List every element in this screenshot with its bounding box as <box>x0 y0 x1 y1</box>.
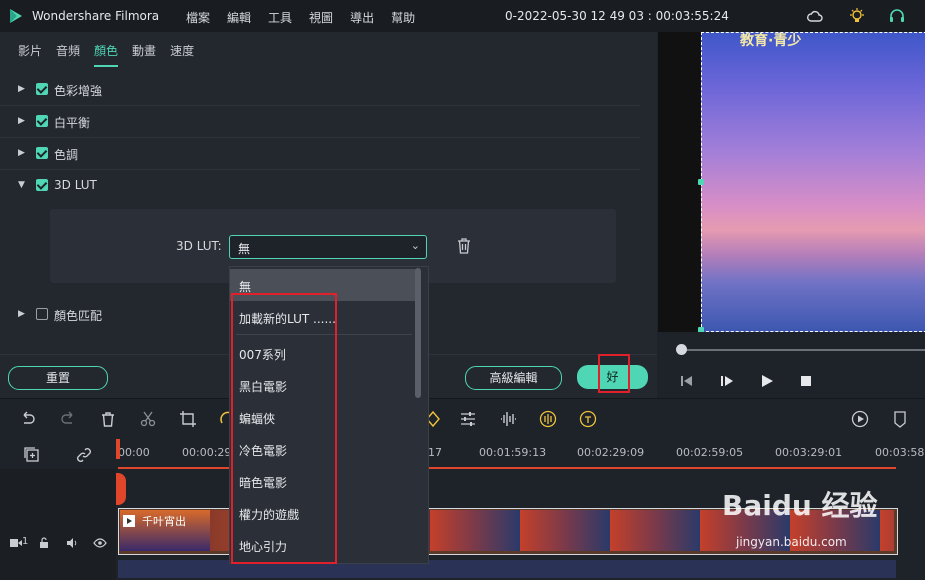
section-color-enhance[interactable]: ▶ 色彩增強 <box>0 73 640 106</box>
tab-audio[interactable]: 音頻 <box>56 42 80 67</box>
time-tick: 17 <box>428 446 442 459</box>
menu-tools[interactable]: 工具 <box>268 9 292 26</box>
menu-bar: 檔案 編輯 工具 視圖 導出 幫助 <box>186 9 432 26</box>
section-tone[interactable]: ▶ 色調 <box>0 137 640 170</box>
scrubber-knob[interactable] <box>676 344 687 355</box>
menu-edit[interactable]: 編輯 <box>227 9 251 26</box>
track-headers <box>0 469 116 580</box>
playhead-handle[interactable] <box>116 473 126 505</box>
expand-arrow-icon[interactable]: ▶ <box>18 84 25 94</box>
reset-button[interactable]: 重置 <box>8 366 108 390</box>
marker-icon[interactable] <box>891 410 909 428</box>
watermark-logo: Baidu 经验 <box>722 489 878 522</box>
scissors-icon[interactable] <box>139 410 157 428</box>
stop-icon[interactable] <box>800 375 812 387</box>
lock-icon[interactable] <box>39 537 49 549</box>
menu-export[interactable]: 導出 <box>350 9 374 26</box>
cloud-icon[interactable] <box>806 7 824 25</box>
resize-handle[interactable] <box>698 179 704 185</box>
time-tick: 00:00:29 <box>182 446 232 459</box>
video-frame[interactable] <box>701 32 925 332</box>
preview-scrubber[interactable] <box>680 349 925 351</box>
audio-wave-icon[interactable] <box>499 410 517 428</box>
time-tick: 00:01:59:13 <box>479 446 547 459</box>
filmora-logo-icon <box>10 9 22 23</box>
time-tick: 00:02:29:09 <box>577 446 645 459</box>
watermark-url: jingyan.baidu.com <box>736 535 847 549</box>
section-white-balance[interactable]: ▶ 白平衡 <box>0 105 640 138</box>
highlight-ok-box <box>598 354 630 393</box>
track-number: 1 <box>22 536 29 547</box>
headset-icon[interactable] <box>888 7 906 25</box>
trash-icon[interactable] <box>456 237 472 255</box>
render-preview-icon[interactable] <box>851 410 869 428</box>
checkbox-white-balance[interactable] <box>36 115 48 127</box>
lut-select[interactable]: 無 ⌄ <box>229 235 427 259</box>
speaker-icon[interactable] <box>66 537 78 549</box>
speech-to-text-icon[interactable] <box>579 410 597 428</box>
add-track-icon[interactable] <box>23 446 41 464</box>
tab-color[interactable]: 顏色 <box>94 42 119 67</box>
lightbulb-icon[interactable] <box>848 7 866 25</box>
delete-icon[interactable] <box>99 410 117 428</box>
link-icon[interactable] <box>75 446 93 464</box>
menu-help[interactable]: 幫助 <box>391 9 415 26</box>
video-track-icon <box>10 539 22 547</box>
checkbox-color-enhance[interactable] <box>36 83 48 95</box>
tab-speed[interactable]: 速度 <box>170 42 194 67</box>
expand-arrow-icon[interactable]: ▶ <box>18 309 25 319</box>
dropdown-scrollbar[interactable] <box>415 268 421 398</box>
lut-selected-value: 無 <box>238 242 251 256</box>
play-icon[interactable] <box>760 374 774 388</box>
checkbox-color-match[interactable] <box>36 308 48 320</box>
lut-label: 3D LUT: <box>176 239 222 253</box>
app-name: Wondershare Filmora <box>32 9 160 23</box>
property-tabs: 影片 音頻 顏色 動畫 速度 <box>18 42 208 67</box>
highlight-options-box <box>231 293 337 564</box>
section-3d-lut[interactable]: ▼ 3D LUT <box>0 169 640 201</box>
project-title: 0-2022-05-30 12 49 03 : 00:03:55:24 <box>505 9 729 23</box>
tab-animation[interactable]: 動畫 <box>132 42 156 67</box>
time-tick: 00:00 <box>118 446 150 459</box>
undo-icon[interactable] <box>19 410 37 428</box>
eye-icon[interactable] <box>93 538 107 548</box>
section-label: 色彩增強 <box>54 84 103 98</box>
expand-arrow-icon[interactable]: ▶ <box>18 148 25 158</box>
collapse-arrow-icon[interactable]: ▼ <box>18 180 25 190</box>
crop-icon[interactable] <box>179 410 197 428</box>
redo-icon[interactable] <box>59 410 77 428</box>
clip-play-icon <box>123 515 135 527</box>
section-label: 色調 <box>54 148 79 162</box>
section-label: 3D LUT <box>54 178 97 192</box>
chevron-down-icon: ⌄ <box>410 239 420 252</box>
prev-frame-icon[interactable] <box>680 374 694 388</box>
time-tick: 00:03:58 <box>875 446 925 459</box>
playhead[interactable] <box>116 439 120 459</box>
advanced-edit-button[interactable]: 高級編輯 <box>465 366 562 390</box>
section-label: 白平衡 <box>54 116 91 130</box>
tab-video[interactable]: 影片 <box>18 42 42 67</box>
menu-file[interactable]: 檔案 <box>186 9 210 26</box>
audio-ducking-icon[interactable] <box>539 410 557 428</box>
section-label: 顏色匹配 <box>54 309 103 323</box>
step-play-icon[interactable] <box>720 374 734 388</box>
expand-arrow-icon[interactable]: ▶ <box>18 116 25 126</box>
checkbox-tone[interactable] <box>36 147 48 159</box>
adjust-icon[interactable] <box>459 410 477 428</box>
preview-controls <box>658 332 925 398</box>
time-tick: 00:03:29:01 <box>775 446 843 459</box>
time-tick: 00:02:59:05 <box>676 446 744 459</box>
menu-view[interactable]: 視圖 <box>309 9 333 26</box>
clip-label: 千叶宵出 <box>142 515 186 528</box>
video-caption: 教育·青少 <box>740 33 802 49</box>
checkbox-3d-lut[interactable] <box>36 179 48 191</box>
